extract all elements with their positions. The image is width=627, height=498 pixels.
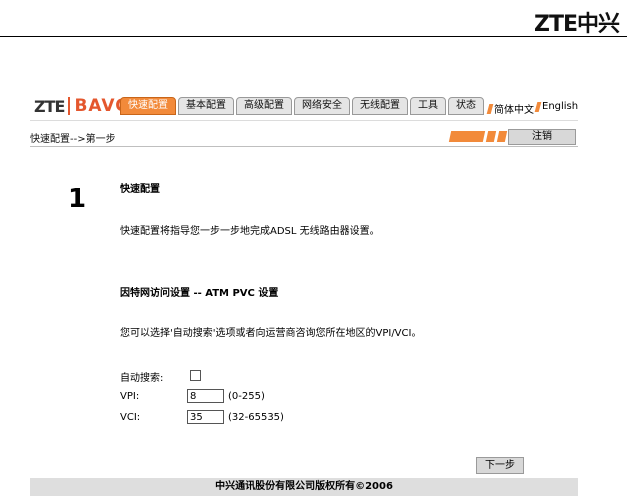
tab-wireless-setup[interactable]: 无线配置: [352, 97, 408, 115]
vci-range: (32-65535): [228, 412, 284, 423]
tab-tools[interactable]: 工具: [410, 97, 446, 115]
tab-status[interactable]: 状态: [448, 97, 484, 115]
tab-basic-setup[interactable]: 基本配置: [178, 97, 234, 115]
vpi-label: VPI:: [120, 391, 140, 402]
brand-zte-text: ZTE: [34, 96, 65, 116]
copyright-footer: 中兴通讯股份有限公司版权所有©2006: [30, 478, 578, 496]
step-progress-indicator: [448, 131, 508, 142]
main-tabs: 快速配置 基本配置 高级配置 网络安全 无线配置 工具 状态: [120, 97, 484, 115]
section-title: 因特网访问设置 -- ATM PVC 设置: [120, 288, 279, 299]
router-admin-page: ZTE BAVO 快速配置 基本配置 高级配置 网络安全 无线配置 工具 状态 …: [30, 92, 578, 496]
progress-segment: [496, 131, 508, 142]
step-description: 快速配置将指导您一步一步地完成ADSL 无线路由器设置。: [120, 226, 380, 237]
lang-english-link[interactable]: English: [534, 101, 579, 112]
vci-label: VCI:: [120, 412, 141, 423]
progress-segment: [485, 131, 497, 142]
router-brand-logo: ZTE BAVO: [34, 95, 131, 117]
tab-quick-setup[interactable]: 快速配置: [120, 97, 176, 115]
lang-english-label: English: [542, 101, 579, 112]
logout-button[interactable]: 注销: [508, 129, 576, 145]
auto-search-checkbox[interactable]: [190, 370, 201, 381]
vci-input[interactable]: [187, 410, 224, 424]
header-rule: [0, 36, 627, 37]
breadcrumb-bar: 快速配置-->第一步 注销: [30, 128, 578, 147]
vpi-range: (0-255): [228, 391, 265, 402]
top-navigation: ZTE BAVO 快速配置 基本配置 高级配置 网络安全 无线配置 工具 状态 …: [30, 92, 578, 121]
tab-advanced-setup[interactable]: 高级配置: [236, 97, 292, 115]
next-step-button[interactable]: 下一步: [476, 457, 524, 474]
vpi-input[interactable]: [187, 389, 224, 403]
step-title: 快速配置: [120, 184, 160, 195]
lang-marker-icon: [486, 103, 494, 114]
progress-segment: [448, 131, 486, 142]
tab-network-security[interactable]: 网络安全: [294, 97, 350, 115]
step-number: 1: [68, 184, 87, 214]
lang-chinese-label: 简体中文: [494, 105, 534, 116]
lang-marker-icon: [534, 101, 542, 112]
breadcrumb: 快速配置-->第一步: [30, 134, 116, 145]
zte-logo: ZTE中兴: [534, 12, 620, 37]
section-hint: 您可以选择'自动搜索'选项或者向运营商咨询您所在地区的VPI/VCI。: [120, 328, 422, 339]
brand-separator: [68, 97, 71, 115]
lang-chinese-link[interactable]: 简体中文: [486, 101, 534, 116]
auto-search-label: 自动搜索:: [120, 373, 164, 384]
